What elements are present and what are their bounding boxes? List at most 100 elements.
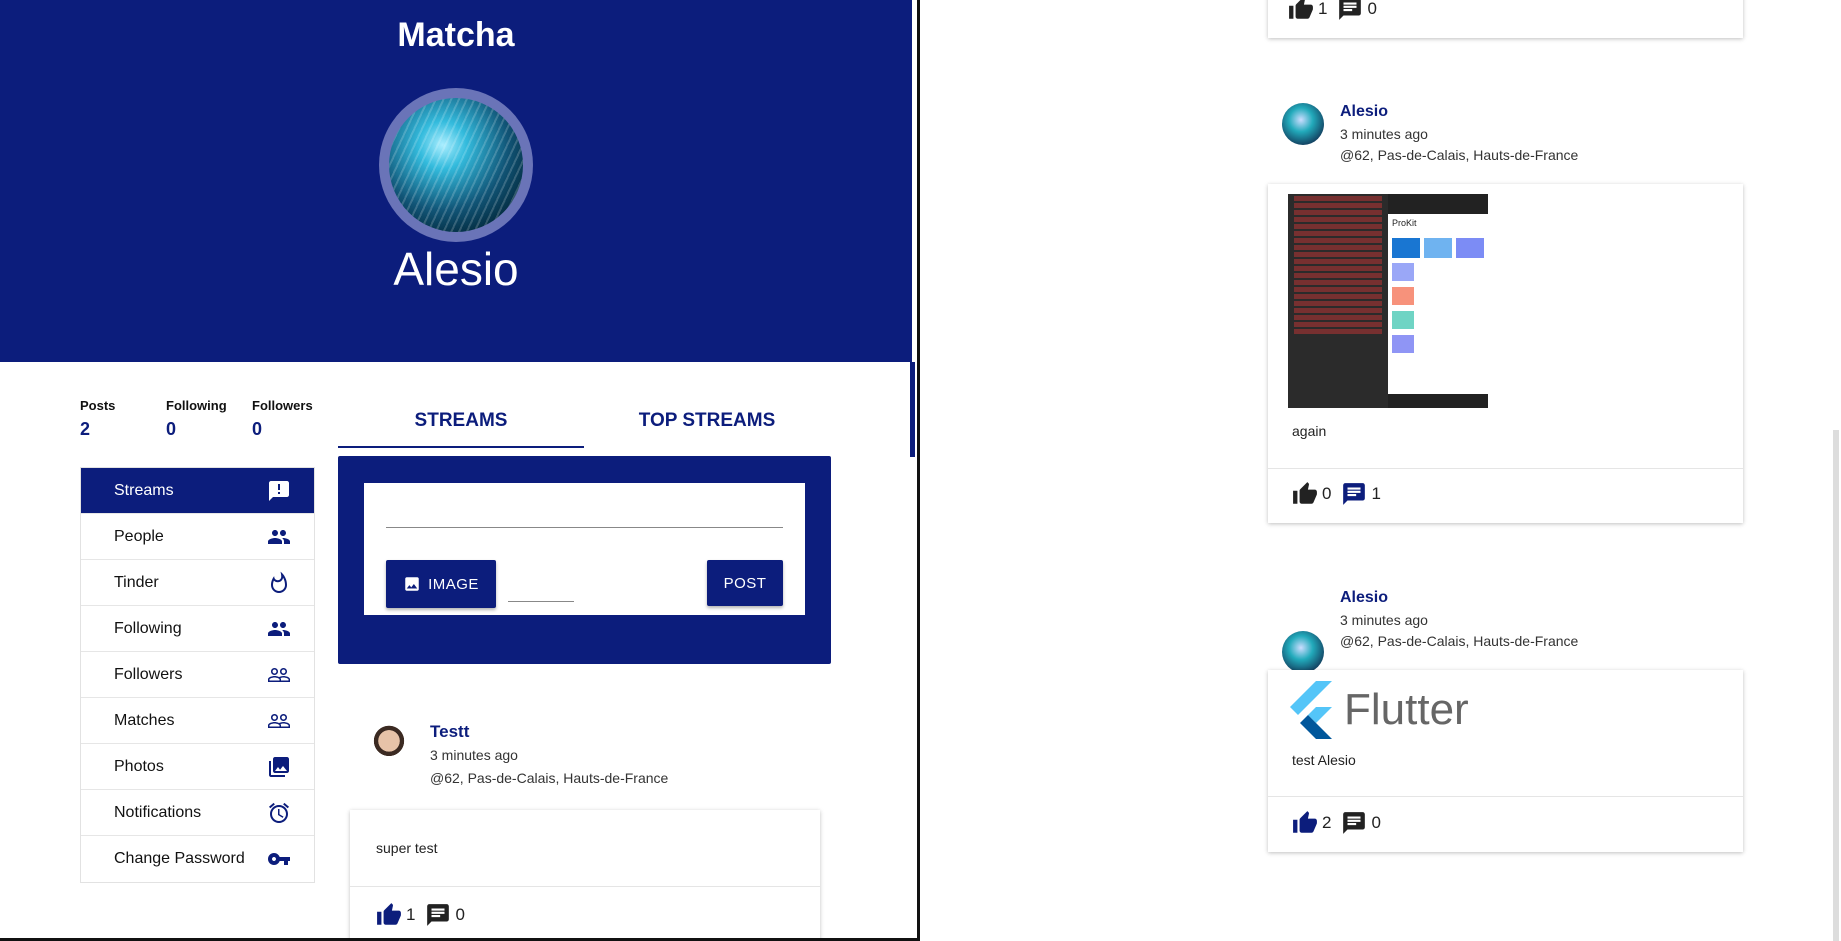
- like-icon[interactable]: [1292, 481, 1318, 507]
- like-count: 2: [1322, 813, 1332, 832]
- alarm-icon: [266, 800, 292, 826]
- post-reactions: 1 0: [376, 902, 475, 928]
- avatar[interactable]: [1282, 631, 1324, 673]
- post-card: Flutter test Alesio 2 0: [1268, 670, 1743, 852]
- sidebar-item-label: Followers: [114, 665, 183, 683]
- sidebar-menu: Streams People Tinder Following Follower…: [80, 467, 315, 883]
- left-browser-pane: Matcha Alesio Posts 2 Following 0 Follow…: [0, 0, 920, 941]
- image-upload-button[interactable]: IMAGE: [386, 560, 496, 608]
- post-card: super test 1 0: [350, 810, 820, 938]
- key-icon: [266, 846, 292, 872]
- sidebar-item-followers[interactable]: Followers: [81, 652, 314, 698]
- people-outline-icon: [266, 662, 292, 688]
- stat-label: Following: [166, 398, 227, 413]
- comment-icon[interactable]: [1337, 0, 1363, 22]
- comment-icon[interactable]: [1341, 481, 1367, 507]
- post-location: @62, Pas-de-Calais, Hauts-de-France: [1340, 147, 1579, 163]
- post-text: super test: [376, 840, 438, 856]
- comment-icon[interactable]: [425, 902, 451, 928]
- sidebar-item-label: Change Password: [114, 850, 245, 867]
- sidebar-item-matches[interactable]: Matches: [81, 698, 314, 744]
- stat-label: Followers: [252, 398, 313, 413]
- sidebar-item-label: Photos: [114, 757, 164, 775]
- stat-following[interactable]: Following 0: [166, 398, 252, 440]
- image-icon: [403, 575, 421, 593]
- post-reactions: 2 0: [1292, 810, 1391, 836]
- alert-icon: [266, 478, 292, 504]
- post-reactions: 1 0: [1288, 0, 1387, 22]
- comment-count: 0: [1367, 0, 1377, 18]
- comment-count: 0: [1371, 813, 1381, 832]
- composer-body: IMAGE POST: [364, 483, 805, 615]
- post-time: 3 minutes ago: [430, 747, 518, 763]
- post-location: @62, Pas-de-Calais, Hauts-de-France: [430, 770, 669, 786]
- like-count: 0: [1322, 484, 1332, 503]
- app-title: Matcha: [397, 16, 515, 54]
- divider: [1268, 468, 1743, 469]
- post-author[interactable]: Testt: [430, 722, 469, 742]
- sidebar-item-following[interactable]: Following: [81, 606, 314, 652]
- photo-library-icon: [266, 754, 292, 780]
- like-count: 1: [406, 905, 416, 924]
- profile-header: Matcha Alesio: [0, 0, 912, 362]
- profile-avatar[interactable]: [379, 88, 533, 242]
- sidebar-item-change-password[interactable]: Change Password: [81, 836, 314, 882]
- image-filename-field[interactable]: [508, 601, 574, 602]
- scrollbar[interactable]: [1833, 430, 1839, 941]
- sidebar-item-label: Tinder: [114, 573, 159, 591]
- divider: [350, 886, 820, 887]
- tab-streams[interactable]: STREAMS: [338, 398, 584, 448]
- post-reactions: 0 1: [1292, 481, 1391, 507]
- stat-posts[interactable]: Posts 2: [80, 398, 166, 440]
- avatar[interactable]: [368, 722, 410, 764]
- stat-value: 0: [252, 419, 263, 439]
- stat-value: 0: [166, 419, 177, 439]
- sidebar-item-label: Streams: [114, 481, 174, 499]
- sidebar-item-people[interactable]: People: [81, 514, 314, 560]
- sidebar-item-notifications[interactable]: Notifications: [81, 790, 314, 836]
- people-icon: [266, 616, 292, 642]
- sidebar-item-label: Following: [114, 619, 182, 637]
- like-icon[interactable]: [376, 902, 402, 928]
- like-icon[interactable]: [1288, 0, 1314, 22]
- profile-stats: Posts 2 Following 0 Followers 0: [80, 398, 338, 440]
- comment-icon[interactable]: [1341, 810, 1367, 836]
- post-card: 1 0: [1268, 0, 1743, 38]
- post-text-input[interactable]: [386, 527, 783, 528]
- scrollbar[interactable]: [910, 362, 915, 457]
- sidebar-item-label: People: [114, 527, 164, 545]
- stream-tabs: STREAMS TOP STREAMS: [338, 398, 830, 448]
- post-composer: IMAGE POST: [338, 456, 831, 664]
- people-outline-icon: [266, 708, 292, 734]
- post-card: ProKit again 0 1: [1268, 184, 1743, 523]
- profile-username: Alesio: [393, 243, 519, 295]
- post-time: 3 minutes ago: [1340, 126, 1428, 142]
- post-author[interactable]: Alesio: [1340, 589, 1388, 607]
- sidebar-item-label: Notifications: [114, 803, 202, 821]
- avatar[interactable]: [1282, 103, 1324, 145]
- post-text: again: [1292, 423, 1327, 439]
- flutter-logo-icon: [1290, 681, 1332, 739]
- post-text: test Alesio: [1292, 752, 1356, 768]
- sidebar-item-streams[interactable]: Streams: [81, 468, 314, 514]
- sidebar-item-photos[interactable]: Photos: [81, 744, 314, 790]
- comment-count: 1: [1371, 484, 1381, 503]
- post-image[interactable]: Flutter: [1288, 680, 1488, 740]
- post-time: 3 minutes ago: [1340, 612, 1428, 628]
- stat-followers[interactable]: Followers 0: [252, 398, 338, 440]
- post-image[interactable]: ProKit: [1288, 194, 1488, 408]
- like-icon[interactable]: [1292, 810, 1318, 836]
- post-button[interactable]: POST: [707, 560, 783, 606]
- stat-label: Posts: [80, 398, 116, 413]
- comment-count: 0: [455, 905, 465, 924]
- post-location: @62, Pas-de-Calais, Hauts-de-France: [1340, 633, 1579, 649]
- flame-icon: [266, 570, 292, 596]
- flutter-logo-text: Flutter: [1344, 685, 1469, 734]
- image-button-label: IMAGE: [428, 575, 479, 593]
- post-author[interactable]: Alesio: [1340, 103, 1388, 121]
- stat-value: 2: [80, 419, 91, 439]
- sidebar-item-tinder[interactable]: Tinder: [81, 560, 314, 606]
- tab-top-streams[interactable]: TOP STREAMS: [584, 398, 830, 448]
- divider: [1268, 796, 1743, 797]
- like-count: 1: [1318, 0, 1328, 18]
